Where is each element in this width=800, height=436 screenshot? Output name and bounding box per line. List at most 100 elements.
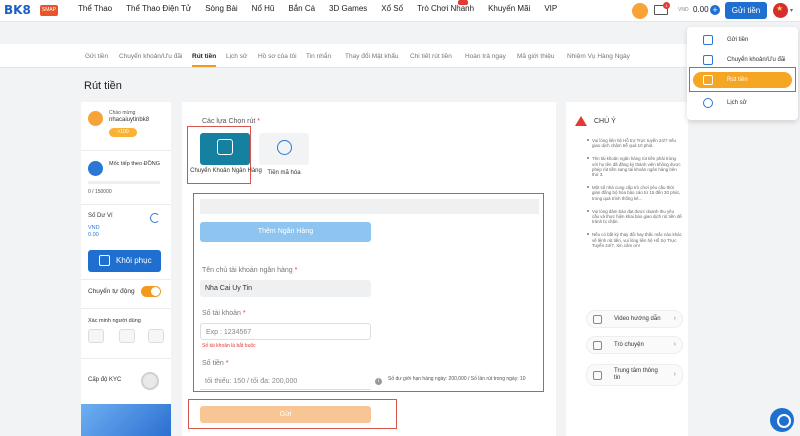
username: nhacaiuytinbk8	[109, 117, 150, 123]
account-tabs: Gửi tiền Chuyển khoản/Ưu đãi Rút tiền Lị…	[0, 44, 690, 68]
logo-badge: SMAP	[40, 5, 58, 16]
tab-change-password[interactable]: Thay đổi Mật khẩu	[345, 53, 398, 60]
page-title: Rút tiền	[84, 80, 122, 92]
account-number-input[interactable]: Exp : 1234567	[200, 323, 371, 340]
user-avatar[interactable]	[632, 3, 648, 19]
nav-item-promotions[interactable]: Khuyến Mãi	[488, 4, 530, 13]
refresh-icon[interactable]	[150, 213, 160, 223]
balance-value: 0.00	[693, 5, 709, 14]
tab-daily-missions[interactable]: Nhiệm Vụ Hàng Ngày	[567, 53, 630, 60]
next-level-label: Mốc tiếp theo ĐỒNG	[109, 161, 161, 167]
welcome-text: Chào mừng	[109, 110, 136, 116]
mail-count-badge: 1	[663, 2, 670, 9]
video-guide-link[interactable]: Video hướng dẫn ›	[586, 310, 683, 328]
notes-panel: CHÚ Ý Vui lòng liên hệ Hỗ trợ Trực tuyến…	[566, 102, 688, 436]
submit-button[interactable]: Gửi	[200, 406, 371, 423]
nav-item-slots[interactable]: Nổ Hũ	[252, 4, 275, 13]
level-progress-text: 0 / 150000	[88, 189, 112, 195]
history-icon	[703, 98, 713, 108]
daily-limit-note: Số dư giới hạn hàng ngày: 200,000 / Số l…	[388, 376, 526, 382]
verify-user-label: Xác minh người dùng	[88, 318, 141, 324]
warning-icon	[575, 116, 587, 126]
nav-item-3d-games[interactable]: 3D Games	[329, 4, 367, 13]
wallet-icon	[99, 255, 110, 266]
tab-withdraw[interactable]: Rút tiền	[192, 53, 216, 60]
chat-link[interactable]: Trò chuyện ›	[586, 336, 683, 354]
level-icon	[88, 161, 103, 176]
account-number-label: Số tài khoản *	[202, 310, 246, 317]
live-chat-icon[interactable]	[770, 408, 794, 432]
auto-transfer-toggle[interactable]	[141, 286, 161, 297]
divider	[81, 308, 171, 309]
nav-item-sports[interactable]: Thể Thao	[78, 4, 112, 13]
tab-history[interactable]: Lịch sử	[226, 53, 247, 60]
dropdown-item-transfer[interactable]: Chuyển khoản/Ưu đãi	[693, 52, 792, 68]
active-tab-indicator	[192, 65, 216, 67]
tab-withdraw-details[interactable]: Chi tiết rút tiền	[410, 53, 452, 60]
option-bank-transfer-label: Chuyển Khoản Ngân Hàng	[190, 168, 262, 174]
dropdown-item-deposit[interactable]: Gửi tiền	[693, 32, 792, 48]
info-center-icon	[593, 371, 602, 380]
video-icon	[593, 315, 602, 324]
dropdown-item-withdraw[interactable]: Rút tiền	[693, 72, 792, 88]
note-item: Một số nhà cung cấp trò chơi yêu cầu thờ…	[587, 185, 682, 201]
tab-deposit[interactable]: Gửi tiền	[85, 53, 108, 60]
verify-id-icon[interactable]	[148, 329, 164, 343]
chevron-right-icon: ›	[673, 371, 676, 378]
amount-input[interactable]: tối thiểu: 150 / tối đa: 200,000	[200, 373, 371, 390]
verify-email-icon[interactable]	[119, 329, 135, 343]
option-crypto[interactable]	[259, 133, 309, 165]
tab-referral[interactable]: Mã giới thiệu	[517, 53, 555, 60]
tab-messages[interactable]: Tin nhắn	[306, 53, 331, 60]
note-item: Tên tài khoản ngân hàng rút tiền phải tr…	[587, 156, 681, 178]
promo-banner[interactable]	[81, 404, 171, 436]
deposit-icon	[703, 35, 713, 45]
nav-item-vip[interactable]: VIP	[544, 4, 557, 13]
nav-item-lottery[interactable]: Xổ Số	[381, 4, 403, 13]
profile-avatar	[88, 111, 103, 126]
kyc-level-label: Cấp độ KYC	[88, 377, 122, 383]
nav-item-casino[interactable]: Sòng Bài	[205, 4, 237, 13]
amount-label: Số tiền *	[202, 360, 229, 367]
logo[interactable]: BK8	[4, 3, 31, 17]
holder-name-field[interactable]: Nha Cai Uy Tin	[200, 280, 371, 297]
nav-item-quick-games[interactable]: Trò Chơi Nhanh	[417, 0, 474, 13]
dropdown-item-history[interactable]: Lịch sử	[693, 95, 792, 111]
balance-currency: VND	[678, 7, 689, 13]
withdraw-form-panel: Các lựa Chọn rút * Chuyển Khoản Ngân Hàn…	[182, 102, 556, 436]
withdraw-icon	[703, 75, 713, 85]
restore-button[interactable]: Khôi phục	[88, 250, 161, 272]
info-icon[interactable]: i	[375, 378, 382, 385]
tab-rebate[interactable]: Hoàn trả ngay	[465, 53, 506, 60]
deposit-dropdown-menu: Gửi tiền Chuyển khoản/Ưu đãi Rút tiền Lị…	[687, 27, 798, 120]
bank-select[interactable]	[200, 199, 539, 214]
option-bank-transfer[interactable]	[200, 133, 250, 165]
note-item: Vui lòng đảm bảo đạt được doanh thu yêu …	[587, 208, 682, 225]
chevron-down-icon[interactable]: ▾	[790, 7, 793, 14]
video-guide-label: Video hướng dẫn	[614, 316, 661, 322]
level-progress-bar	[88, 181, 160, 184]
note-item: Vui lòng liên hệ Hỗ trợ Trực tuyến 24/7 …	[587, 138, 682, 148]
wallet-currency: VND	[88, 225, 100, 231]
vip-badge: >100	[109, 128, 137, 137]
language-flag-icon[interactable]	[773, 3, 788, 18]
add-bank-button[interactable]: Thêm Ngân Hàng	[200, 222, 371, 242]
tab-profile[interactable]: Hồ sơ của tôi	[258, 53, 297, 60]
crypto-coin-icon	[277, 140, 292, 155]
bank-icon	[217, 139, 233, 155]
nav-item-fishing[interactable]: Bắn Cá	[288, 4, 315, 13]
info-center-link[interactable]: Trung tâm thông tin ›	[586, 364, 683, 386]
plus-icon[interactable]: +	[710, 5, 720, 15]
verify-phone-icon[interactable]	[88, 329, 104, 343]
divider	[81, 150, 171, 151]
deposit-button[interactable]: Gửi tiền	[725, 2, 767, 19]
tab-transfer[interactable]: Chuyển khoản/Ưu đãi	[119, 53, 182, 60]
dropdown-item-label: Lịch sử	[727, 100, 747, 106]
kyc-level-icon	[141, 372, 159, 390]
profile-panel: Chào mừng nhacaiuytinbk8 >100 Mốc tiếp t…	[81, 102, 171, 436]
main-nav: Thể Thao Thể Thao Điện Tử Sòng Bài Nổ Hũ…	[78, 0, 571, 13]
chat-icon	[593, 341, 602, 350]
dropdown-item-label: Rút tiền	[727, 77, 748, 83]
nav-item-esports[interactable]: Thể Thao Điện Tử	[126, 4, 191, 13]
withdraw-options-label: Các lựa Chọn rút *	[202, 118, 261, 125]
